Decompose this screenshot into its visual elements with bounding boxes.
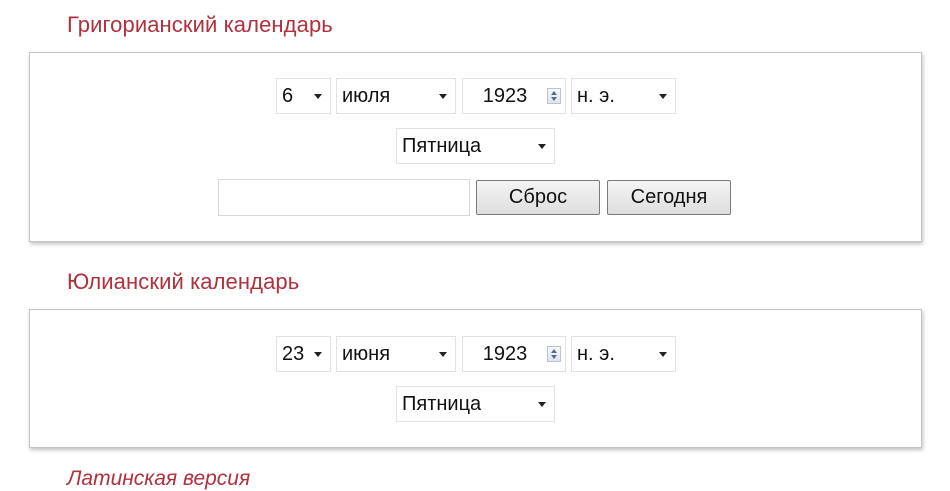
gregorian-panel: 6 июля 1923 н. э. Пятница Сброс Сегодня (29, 52, 922, 242)
chevron-down-icon (439, 352, 447, 357)
julian-weekday-value: Пятница (402, 393, 482, 415)
chevron-down-icon (538, 144, 546, 149)
gregorian-day-value: 6 (282, 85, 294, 107)
chevron-down-icon (314, 94, 322, 99)
julian-day-value: 23 (282, 343, 305, 365)
chevron-down-icon (538, 402, 546, 407)
chevron-down-icon (439, 94, 447, 99)
julian-era-select[interactable]: н. э. (571, 336, 676, 372)
julian-month-value: июня (342, 343, 391, 365)
gregorian-month-value: июля (342, 85, 391, 107)
gregorian-weekday-value: Пятница (402, 135, 482, 157)
gregorian-era-value: н. э. (577, 85, 615, 107)
julian-era-value: н. э. (577, 343, 615, 365)
gregorian-year-input[interactable]: 1923 (462, 78, 566, 114)
julian-title: Юлианский календарь (67, 269, 300, 294)
chevron-down-icon (314, 352, 322, 357)
spin-down-icon[interactable] (551, 97, 557, 101)
gregorian-month-select[interactable]: июля (336, 78, 456, 114)
gregorian-year-value: 1923 (482, 85, 528, 107)
julian-year-input[interactable]: 1923 (462, 336, 566, 372)
gregorian-era-select[interactable]: н. э. (571, 78, 676, 114)
julian-weekday-select[interactable]: Пятница (396, 386, 555, 422)
spin-up-icon[interactable] (551, 349, 557, 353)
spin-buttons-icon[interactable] (547, 88, 561, 104)
gregorian-day-select[interactable]: 6 (276, 78, 331, 114)
julian-panel: 23 июня 1923 н. э. Пятница (29, 309, 922, 448)
julian-day-select[interactable]: 23 (276, 336, 331, 372)
spin-up-icon[interactable] (551, 91, 557, 95)
chevron-down-icon (659, 352, 667, 357)
gregorian-weekday-select[interactable]: Пятница (396, 128, 555, 164)
gregorian-title: Григорианский календарь (67, 12, 333, 37)
today-button[interactable]: Сегодня (607, 180, 731, 215)
date-text-input[interactable] (218, 179, 470, 216)
latin-version-link[interactable]: Латинская версия (67, 467, 250, 491)
julian-year-value: 1923 (482, 343, 528, 365)
julian-month-select[interactable]: июня (336, 336, 456, 372)
reset-button[interactable]: Сброс (476, 180, 600, 215)
spin-buttons-icon[interactable] (547, 346, 561, 362)
chevron-down-icon (659, 94, 667, 99)
spin-down-icon[interactable] (551, 355, 557, 359)
